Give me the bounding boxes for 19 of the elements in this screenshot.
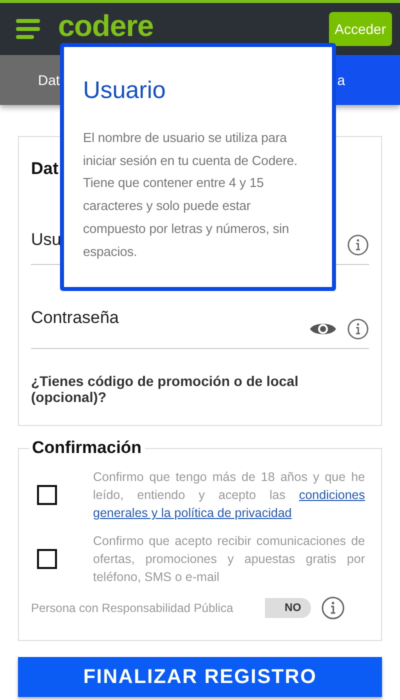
submit-button[interactable]: FINALIZAR REGISTRO [18, 657, 382, 697]
menu-icon[interactable] [16, 19, 40, 39]
consent-text: Confirmo que acepto recibir comunicaciones de ofertas, promociones y apuestas gratis por teléfono, SMS o e-mail [93, 533, 365, 586]
info-icon[interactable] [347, 318, 369, 340]
tooltip-title: Usuario [83, 77, 166, 105]
terms-link[interactable]: generales y la política de privacidad [93, 506, 292, 520]
input-field[interactable]: Contraseña [31, 295, 369, 349]
checkbox[interactable] [37, 485, 57, 505]
section-heading: Confirmación [31, 438, 143, 458]
pep-label: Persona con Responsabilidad Pública [31, 601, 234, 615]
promo-question[interactable]: ¿Tienes código de promoción o de local (opcional)? [31, 373, 369, 405]
tooltip-text: El nombre de usuario se utiliza para iniciar sesión en tu cuenta de Codere. Tiene que contener entre 4 y 15 caracteres y solo puede estar compuesto por letras y números, sin espacios. [83, 129, 298, 261]
checkbox[interactable] [37, 549, 57, 569]
consent-text: Confirmo que tengo más de 18 años y que he leído, entiendo y acepto las condiciones generales y la política de privacidad [93, 469, 365, 522]
terms-link[interactable]: condiciones [298, 488, 365, 502]
info-icon[interactable] [347, 234, 369, 256]
info-icon[interactable] [321, 596, 346, 620]
section-heading: Dat [31, 159, 58, 179]
logo: codere [58, 10, 154, 44]
